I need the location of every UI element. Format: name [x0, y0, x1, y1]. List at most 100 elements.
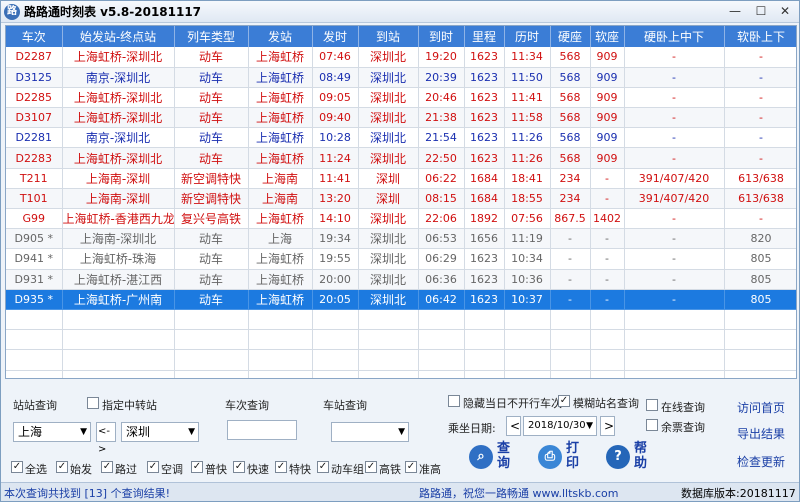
help-button[interactable]: ? 帮助: [606, 441, 664, 481]
empty-cell: [6, 370, 63, 378]
from-station-select[interactable]: 上海 ▼: [13, 422, 91, 442]
empty-cell: [312, 349, 359, 371]
table-row[interactable]: D2285 上海虹桥-深圳北 动车 上海虹桥 09:05 深圳北 20:46 1623 11:4…: [6, 87, 796, 109]
table-cell: D2281: [6, 127, 63, 149]
table-cell: 909: [590, 67, 625, 88]
query-button[interactable]: ⌕ 查询: [469, 441, 527, 481]
station-only-select[interactable]: ▼: [331, 422, 409, 442]
table-row[interactable]: D2283 上海虹桥-深圳北 动车 上海虹桥 11:24 深圳北 22:50 1623 11:2…: [6, 147, 796, 169]
column-header[interactable]: 到站: [358, 26, 419, 47]
table-cell: 08:49: [312, 67, 359, 88]
column-header[interactable]: 发站: [248, 26, 313, 47]
check-update-link[interactable]: 检查更新: [737, 453, 785, 470]
swap-button[interactable]: <->: [96, 422, 116, 455]
close-button[interactable]: ✕: [773, 2, 797, 20]
table-cell: 19:20: [418, 47, 465, 68]
table-cell: 11:41: [312, 168, 359, 189]
table-cell: -: [624, 67, 725, 88]
empty-cell: [248, 329, 313, 351]
hide-not-running-checkbox[interactable]: [448, 395, 460, 407]
empty-cell: [550, 370, 591, 378]
table-cell: 上海虹桥-珠海: [62, 248, 175, 270]
table-cell: 08:15: [418, 188, 465, 210]
table-row[interactable]: T211 上海南-深圳 新空调特快 上海南 11:41 深圳 06:22 1684 18:41 2…: [6, 168, 796, 189]
export-results-link[interactable]: 导出结果: [737, 425, 785, 442]
table-row[interactable]: D3125 南京-深圳北 动车 上海虹桥 08:49 深圳北 20:39 1623 11:50 5…: [6, 67, 796, 88]
table-row[interactable]: T101 上海南-深圳 新空调特快 上海南 13:20 深圳 08:15 1684 18:55 2…: [6, 188, 796, 210]
table-row[interactable]: D905 * 上海南-深圳北 动车 上海 19:34 深圳北 06:53 1656 11:19-…: [6, 228, 796, 250]
column-header[interactable]: 车次: [6, 26, 63, 47]
timetable-grid[interactable]: 车次 始发站-终点站 列车类型 发站 发时 到站 到时 里程 历时 硬座 软座 硬卧上中下 软卧上下 D…: [5, 25, 797, 379]
table-cell: 动车: [174, 67, 249, 88]
to-station-select[interactable]: 深圳 ▼: [121, 422, 199, 442]
remaining-tickets-label: 余票查询: [661, 421, 705, 434]
column-header[interactable]: 列车类型: [174, 26, 249, 47]
table-cell: -: [724, 67, 796, 88]
table-cell: 10:34: [504, 248, 551, 270]
table-row[interactable]: D935 * 上海虹桥-广州南 动车 上海虹桥 20:05 深圳北 06:42 1623 10:…: [6, 289, 796, 310]
filter-checkbox[interactable]: ✓: [275, 461, 287, 473]
print-button[interactable]: ⎙ 打印: [538, 441, 596, 481]
column-header[interactable]: 始发站-终点站: [62, 26, 175, 47]
table-row[interactable]: D941 * 上海虹桥-珠海 动车 上海虹桥 19:55 深圳北 06:29 1623 10:3…: [6, 248, 796, 270]
column-header[interactable]: 历时: [504, 26, 551, 47]
table-cell: 909: [590, 107, 625, 129]
fuzzy-name-checkbox[interactable]: ✓: [558, 395, 570, 407]
prev-date-button[interactable]: <: [506, 416, 521, 436]
filter-checkbox[interactable]: ✓: [56, 461, 68, 473]
online-query-checkbox[interactable]: [646, 399, 658, 411]
table-cell: 20:05: [312, 289, 359, 310]
table-cell: 新空调特快: [174, 168, 249, 189]
table-row[interactable]: D3107 上海虹桥-深圳北 动车 上海虹桥 09:40 深圳北 21:38 1623 11:5…: [6, 107, 796, 129]
maximize-button[interactable]: ☐: [749, 2, 773, 20]
table-row[interactable]: D931 * 上海虹桥-湛江西 动车 上海虹桥 20:00 深圳北 06:36 1623 10:…: [6, 269, 796, 290]
filter-checkbox[interactable]: ✓: [405, 461, 417, 473]
filter-checkbox[interactable]: ✓: [317, 461, 329, 473]
empty-cell: [174, 370, 249, 378]
filter-checkbox[interactable]: ✓: [191, 461, 203, 473]
filter-checkbox[interactable]: ✓: [233, 461, 245, 473]
table-cell: 568: [550, 107, 591, 129]
filter-checkbox[interactable]: ✓: [11, 461, 23, 473]
search-icon: ⌕: [469, 445, 493, 469]
table-cell: D2287: [6, 47, 63, 68]
remaining-tickets-checkbox[interactable]: [646, 419, 658, 431]
minimize-button[interactable]: —: [723, 2, 747, 20]
date-picker[interactable]: 2018/10/30 ▼: [523, 416, 597, 436]
filter-label: 特快: [289, 463, 311, 476]
table-row[interactable]: G99 上海虹桥-香港西九龙 复兴号高铁 上海虹桥 14:10 深圳北 22:06 1892 0…: [6, 208, 796, 230]
column-header[interactable]: 软卧上下: [724, 26, 796, 47]
filter-checkbox[interactable]: ✓: [365, 461, 377, 473]
empty-cell: [248, 370, 313, 378]
train-logo-icon: 路: [4, 3, 20, 20]
fuzzy-name-label: 模糊站名查询: [573, 397, 639, 410]
next-date-button[interactable]: >: [600, 416, 615, 436]
column-header[interactable]: 发时: [312, 26, 359, 47]
table-cell: 21:38: [418, 107, 465, 129]
column-header[interactable]: 软座: [590, 26, 625, 47]
table-row[interactable]: D2287 上海虹桥-深圳北 动车 上海虹桥 07:46 深圳北 19:20 1623 11:3…: [6, 47, 796, 68]
empty-cell: [550, 309, 591, 331]
empty-cell: [724, 309, 796, 331]
column-header[interactable]: 里程: [464, 26, 505, 47]
empty-cell: [174, 309, 249, 331]
db-version-text: 数据库版本:20181117: [681, 487, 796, 500]
via-station-checkbox[interactable]: [87, 397, 99, 409]
column-header[interactable]: 硬卧上中下: [624, 26, 725, 47]
table-cell: 上海南: [248, 168, 313, 189]
column-header[interactable]: 到时: [418, 26, 465, 47]
train-number-input[interactable]: [227, 420, 297, 440]
table-cell: 867.5: [550, 208, 591, 230]
table-cell: 1623: [464, 269, 505, 290]
empty-cell: [358, 349, 419, 371]
table-cell: 805: [724, 289, 796, 310]
table-cell: D905 *: [6, 228, 63, 250]
table-row[interactable]: D2281 南京-深圳北 动车 上海虹桥 10:28 深圳北 21:54 1623 11:26 5…: [6, 127, 796, 149]
visit-homepage-link[interactable]: 访问首页: [737, 399, 785, 416]
table-cell: 09:40: [312, 107, 359, 129]
table-cell: 613/638: [724, 188, 796, 210]
column-header[interactable]: 硬座: [550, 26, 591, 47]
filter-checkbox[interactable]: ✓: [101, 461, 113, 473]
table-cell: G99: [6, 208, 63, 230]
filter-checkbox[interactable]: ✓: [147, 461, 159, 473]
